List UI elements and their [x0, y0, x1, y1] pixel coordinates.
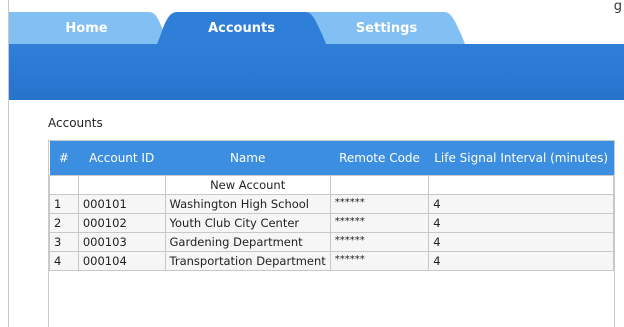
- tab-settings[interactable]: Settings: [309, 21, 464, 36]
- row-interval[interactable]: 4: [428, 212, 614, 233]
- table-cell[interactable]: [77, 174, 166, 195]
- row-account-id[interactable]: 000101: [77, 193, 166, 214]
- tab-bar: Home Accounts Settings: [9, 12, 624, 44]
- table-row[interactable]: 2 000102 Youth Club City Center ****** 4: [49, 212, 614, 233]
- new-account-row[interactable]: New Account: [49, 174, 614, 195]
- row-account-id[interactable]: 000103: [77, 231, 166, 252]
- col-header-remote-code[interactable]: Remote Code: [330, 141, 429, 175]
- row-index[interactable]: 2: [49, 212, 79, 233]
- row-remote-code[interactable]: ******: [329, 193, 430, 214]
- section-title: Accounts: [48, 116, 103, 130]
- table-row[interactable]: 3 000103 Gardening Department ****** 4: [49, 231, 614, 252]
- row-account-id[interactable]: 000102: [77, 212, 166, 233]
- accounts-table: # Account ID Name Remote Code Life Signa…: [49, 141, 614, 271]
- row-index[interactable]: 3: [49, 231, 79, 252]
- col-header-interval[interactable]: Life Signal Interval (minutes): [428, 141, 614, 175]
- table-cell[interactable]: [428, 174, 614, 195]
- tab-accounts[interactable]: Accounts: [159, 21, 324, 36]
- table-row[interactable]: 4 000104 Transportation Department *****…: [49, 250, 614, 271]
- table-header-row: # Account ID Name Remote Code Life Signa…: [49, 141, 614, 175]
- table-cell[interactable]: [49, 174, 79, 195]
- row-index[interactable]: 4: [49, 250, 79, 271]
- row-name[interactable]: Transportation Department: [164, 250, 331, 271]
- table-row[interactable]: 1 000101 Washington High School ****** 4: [49, 193, 614, 214]
- new-account-label[interactable]: New Account: [164, 174, 331, 195]
- accounts-table-container: # Account ID Name Remote Code Life Signa…: [48, 140, 615, 327]
- row-remote-code[interactable]: ******: [329, 231, 430, 252]
- header-banner: [9, 44, 624, 100]
- row-interval[interactable]: 4: [428, 193, 614, 214]
- row-interval[interactable]: 4: [428, 231, 614, 252]
- col-header-account-id[interactable]: Account ID: [78, 141, 165, 175]
- row-name[interactable]: Youth Club City Center: [164, 212, 331, 233]
- row-interval[interactable]: 4: [428, 250, 614, 271]
- row-remote-code[interactable]: ******: [329, 250, 430, 271]
- row-index[interactable]: 1: [49, 193, 79, 214]
- table-cell[interactable]: [329, 174, 430, 195]
- row-remote-code[interactable]: ******: [329, 212, 430, 233]
- col-header-name[interactable]: Name: [165, 141, 331, 175]
- tab-home[interactable]: Home: [9, 21, 164, 36]
- row-name[interactable]: Gardening Department: [164, 231, 331, 252]
- row-account-id[interactable]: 000104: [77, 250, 166, 271]
- row-name[interactable]: Washington High School: [164, 193, 331, 214]
- col-header-index[interactable]: #: [49, 141, 79, 175]
